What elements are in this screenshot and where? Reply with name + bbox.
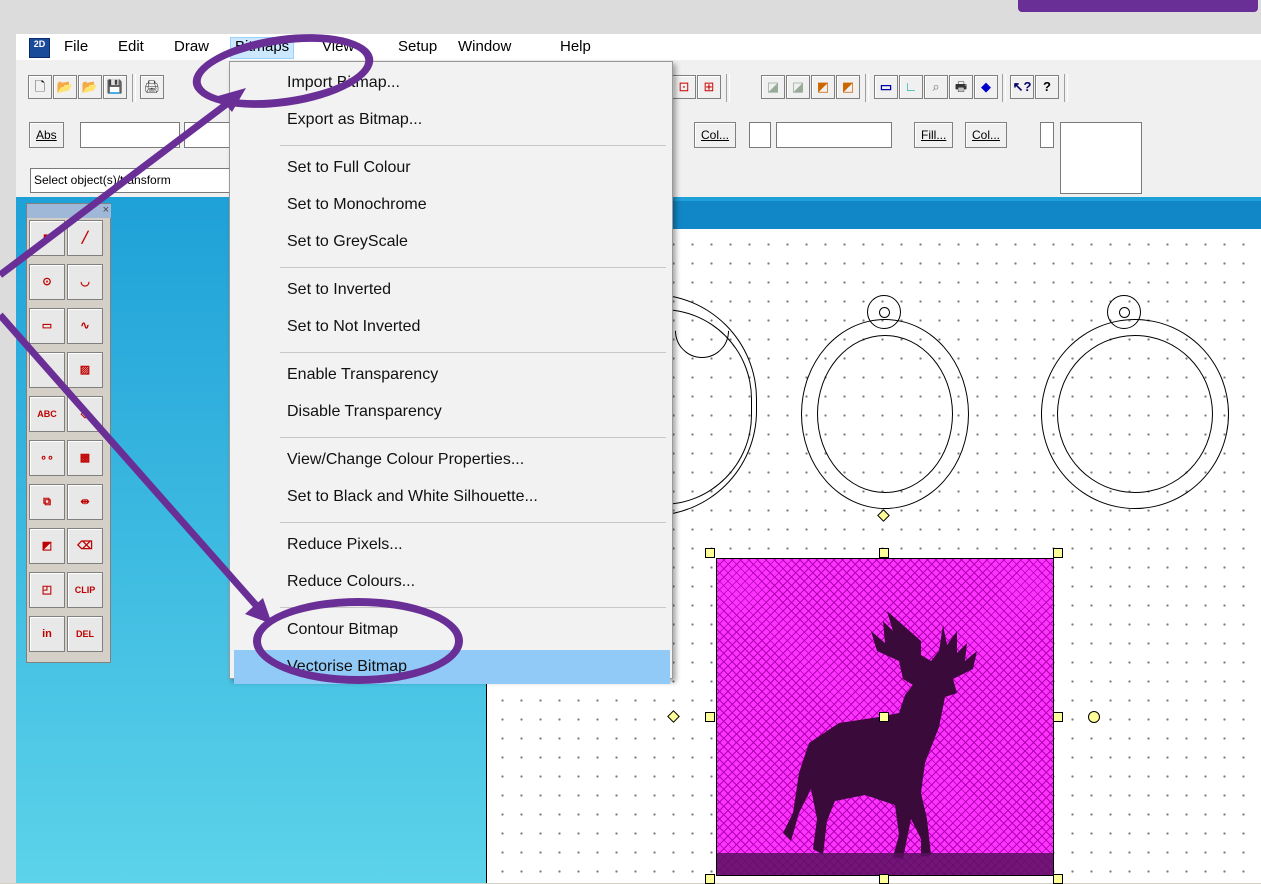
annotation-arrow-line-2	[0, 312, 265, 615]
annotation-arrows	[0, 88, 272, 624]
annotation-arrow-line-1	[0, 97, 235, 278]
